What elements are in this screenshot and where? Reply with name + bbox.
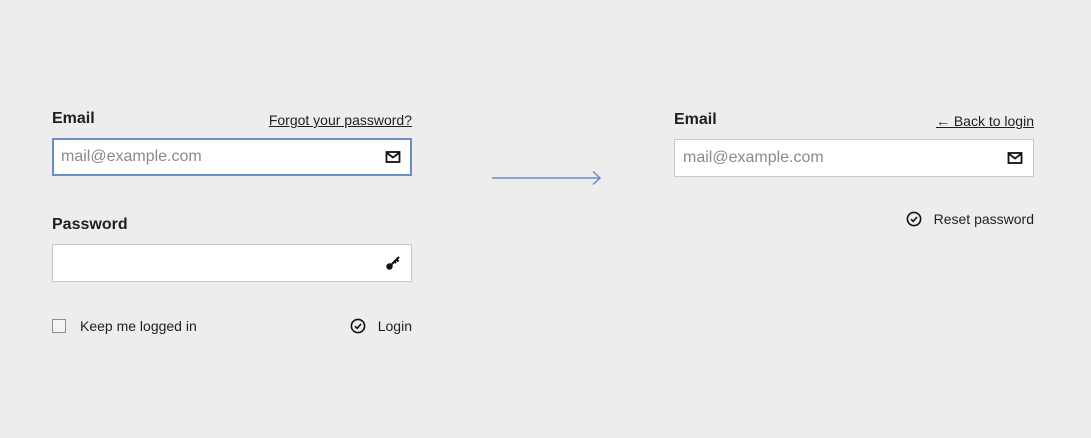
check-circle-icon bbox=[350, 318, 366, 334]
password-label: Password bbox=[52, 216, 128, 233]
reset-actions-row: Reset password bbox=[674, 211, 1034, 227]
key-icon bbox=[385, 255, 401, 271]
password-input-wrapper bbox=[52, 244, 412, 282]
email-input-wrapper bbox=[52, 138, 412, 176]
email-label-row: Email Forgot your password? bbox=[52, 104, 412, 128]
reset-password-button[interactable]: Reset password bbox=[906, 211, 1034, 227]
reset-email-input-wrapper bbox=[674, 139, 1034, 177]
forgot-password-link[interactable]: Forgot your password? bbox=[269, 112, 412, 128]
keep-logged-in-label: Keep me logged in bbox=[80, 318, 197, 334]
reset-email-label: Email bbox=[674, 111, 717, 128]
email-label: Email bbox=[52, 110, 95, 127]
password-label-row: Password bbox=[52, 210, 412, 234]
login-button-label: Login bbox=[377, 318, 412, 334]
keep-logged-in-toggle[interactable]: Keep me logged in bbox=[52, 318, 197, 334]
reset-password-form: Email ← Back to login Reset password bbox=[674, 105, 1034, 227]
login-actions-row: Keep me logged in Login bbox=[52, 316, 412, 336]
mail-icon bbox=[385, 149, 401, 165]
reset-password-button-label: Reset password bbox=[933, 211, 1034, 227]
password-input[interactable] bbox=[53, 245, 411, 281]
login-button[interactable]: Login bbox=[350, 318, 412, 334]
email-input[interactable] bbox=[53, 139, 411, 175]
back-to-login-link[interactable]: ← Back to login bbox=[936, 113, 1034, 129]
mail-icon bbox=[1007, 150, 1023, 166]
arrow-right-icon bbox=[492, 170, 602, 186]
login-form: Email Forgot your password? Password bbox=[52, 104, 412, 336]
check-circle-icon bbox=[906, 211, 922, 227]
reset-email-input[interactable] bbox=[675, 140, 1033, 176]
password-block: Password bbox=[52, 210, 412, 282]
keep-logged-in-checkbox[interactable] bbox=[52, 319, 66, 333]
reset-email-label-row: Email ← Back to login bbox=[674, 105, 1034, 129]
